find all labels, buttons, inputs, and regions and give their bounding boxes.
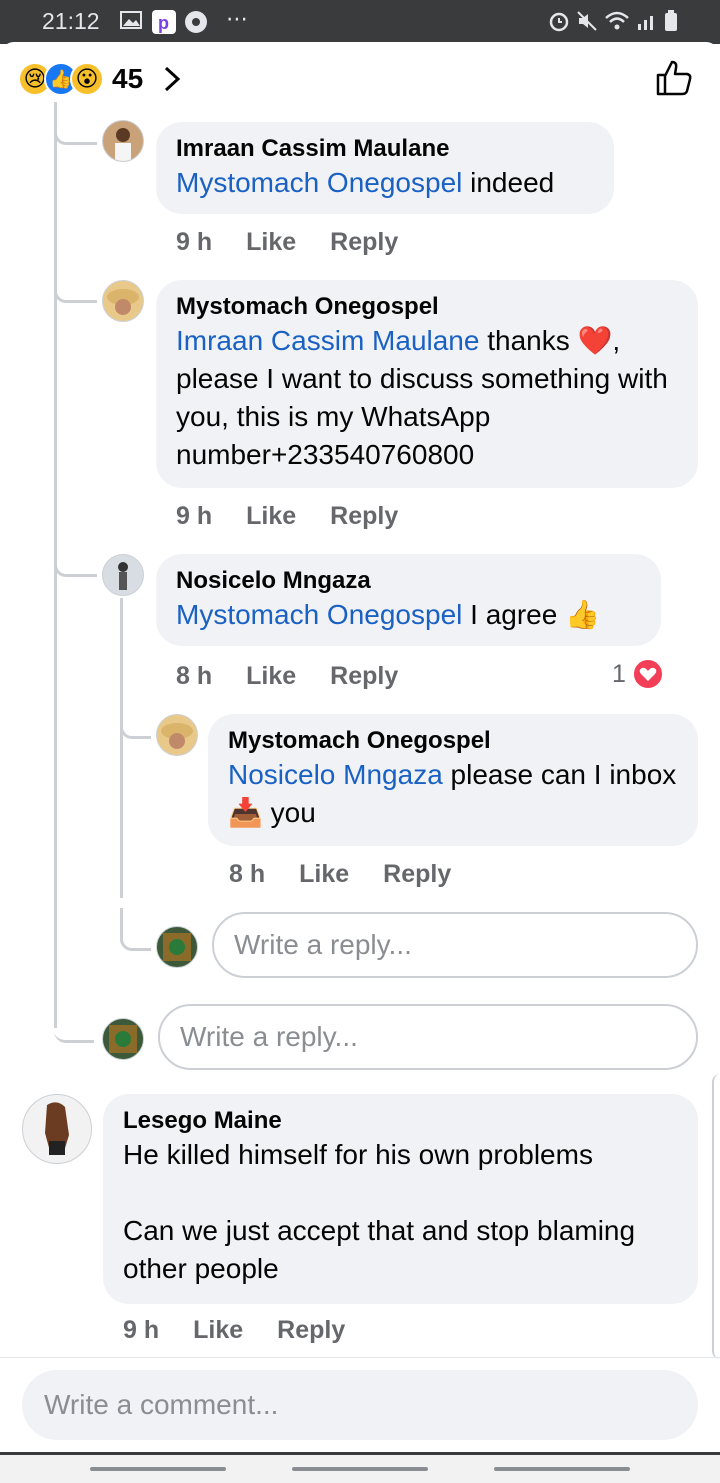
comment-time: 9 h — [123, 1316, 160, 1344]
svg-text:p: p — [158, 13, 169, 33]
like-button[interactable]: Like — [193, 1316, 243, 1345]
comment-input[interactable]: Write a comment... — [22, 1370, 698, 1440]
comment-time: 9 h — [176, 502, 213, 530]
like-button[interactable]: Like — [246, 502, 296, 531]
comment-actions: 9 h Like Reply — [176, 502, 432, 531]
alarm-icon — [548, 10, 570, 37]
comment-author[interactable]: Nosicelo Mngaza — [176, 566, 641, 596]
comment-text: Mystomach Onegospel indeed — [176, 167, 555, 198]
status-time: 21:12 — [42, 8, 100, 34]
comment-actions: 9 h Like Reply — [123, 1316, 379, 1345]
reaction-count[interactable]: 45 — [112, 62, 143, 96]
reply-input[interactable]: Write a reply... — [212, 912, 698, 978]
thread-connector — [54, 536, 97, 577]
thread-connector — [54, 1000, 94, 1043]
comment-bubble[interactable]: Mystomach Onegospel Nosicelo Mngaza plea… — [208, 714, 698, 846]
mention-link[interactable]: Nosicelo Mngaza — [228, 759, 443, 790]
comment-bubble[interactable]: Nosicelo Mngaza Mystomach Onegospel I ag… — [156, 554, 661, 646]
avatar[interactable] — [102, 280, 144, 322]
user-avatar — [102, 1018, 144, 1060]
like-button[interactable]: Like — [246, 662, 296, 691]
more-icon: ⋯ — [226, 6, 248, 31]
divider — [0, 1357, 720, 1358]
wifi-icon — [604, 10, 630, 37]
reply-button[interactable]: Reply — [383, 860, 451, 889]
like-button[interactable]: Like — [299, 860, 349, 889]
avatar[interactable] — [22, 1094, 92, 1164]
thread-connector — [54, 102, 97, 145]
thread-connector — [54, 262, 97, 303]
like-post-button[interactable] — [654, 58, 694, 103]
comment-author[interactable]: Mystomach Onegospel — [228, 726, 678, 756]
comment-reaction-count[interactable]: 1 — [612, 660, 626, 689]
comment-actions: 9 h Like Reply — [176, 228, 432, 257]
user-avatar — [156, 926, 198, 968]
thread-line — [120, 598, 123, 898]
avatar[interactable] — [102, 554, 144, 596]
mute-icon — [576, 10, 598, 37]
comment-bubble[interactable]: Mystomach Onegospel Imraan Cassim Maulan… — [156, 280, 698, 488]
reply-input[interactable]: Write a reply... — [158, 1004, 698, 1070]
comment-time: 8 h — [176, 662, 213, 690]
wow-emoji-icon: 😮 — [70, 62, 104, 96]
scrollbar[interactable] — [712, 1074, 720, 1359]
comment-actions: 8 h Like Reply — [229, 860, 485, 889]
comment-author[interactable]: Mystomach Onegospel — [176, 292, 678, 322]
nav-recent-button[interactable] — [90, 1467, 226, 1471]
reply-button[interactable]: Reply — [277, 1316, 345, 1345]
reply-button[interactable]: Reply — [330, 502, 398, 531]
battery-icon — [664, 10, 678, 37]
status-bar: 21:12 p ⋯ — [0, 0, 720, 44]
comment-actions: 8 h Like Reply — [176, 662, 432, 691]
mention-link[interactable]: Imraan Cassim Maulane — [176, 325, 479, 356]
avatar[interactable] — [102, 120, 144, 162]
reply-button[interactable]: Reply — [330, 662, 398, 691]
comment-bubble[interactable]: Imraan Cassim Maulane Mystomach Onegospe… — [156, 122, 614, 214]
chevron-right-icon[interactable] — [160, 64, 184, 99]
comment-author[interactable]: Lesego Maine — [123, 1106, 678, 1136]
comment-text: Mystomach Onegospel I agree 👍 — [176, 599, 600, 630]
comment-text: He killed himself for his own problems C… — [123, 1139, 636, 1284]
thread-connector — [120, 908, 151, 951]
thumbs-up-icon — [656, 60, 692, 96]
comment-author[interactable]: Imraan Cassim Maulane — [176, 134, 594, 164]
gallery-icon — [120, 10, 142, 35]
comment-time: 8 h — [229, 860, 266, 888]
comment-time: 9 h — [176, 228, 213, 256]
thread-connector — [120, 698, 151, 739]
mention-link[interactable]: Mystomach Onegospel — [176, 599, 462, 630]
comment-bubble[interactable]: Lesego Maine He killed himself for his o… — [103, 1094, 698, 1304]
nav-home-button[interactable] — [292, 1467, 428, 1471]
comment-text: Imraan Cassim Maulane thanks ❤️, please … — [176, 325, 676, 470]
comment-text: Nosicelo Mngaza please can I inbox 📥 you — [228, 759, 685, 828]
signal-icon — [636, 10, 658, 37]
comments-sheet: 😢 👍 😮 45 Imraan Cassim Maulane Mystomach… — [0, 42, 720, 1452]
music-icon — [184, 10, 208, 39]
avatar[interactable] — [156, 714, 198, 756]
mention-link[interactable]: Mystomach Onegospel — [176, 167, 462, 198]
app-notification-icon: p — [152, 10, 176, 39]
nav-back-button[interactable] — [494, 1467, 630, 1471]
heart-reaction-icon — [632, 658, 664, 690]
reply-button[interactable]: Reply — [330, 228, 398, 257]
navigation-bar — [0, 1452, 720, 1483]
like-button[interactable]: Like — [246, 228, 296, 257]
